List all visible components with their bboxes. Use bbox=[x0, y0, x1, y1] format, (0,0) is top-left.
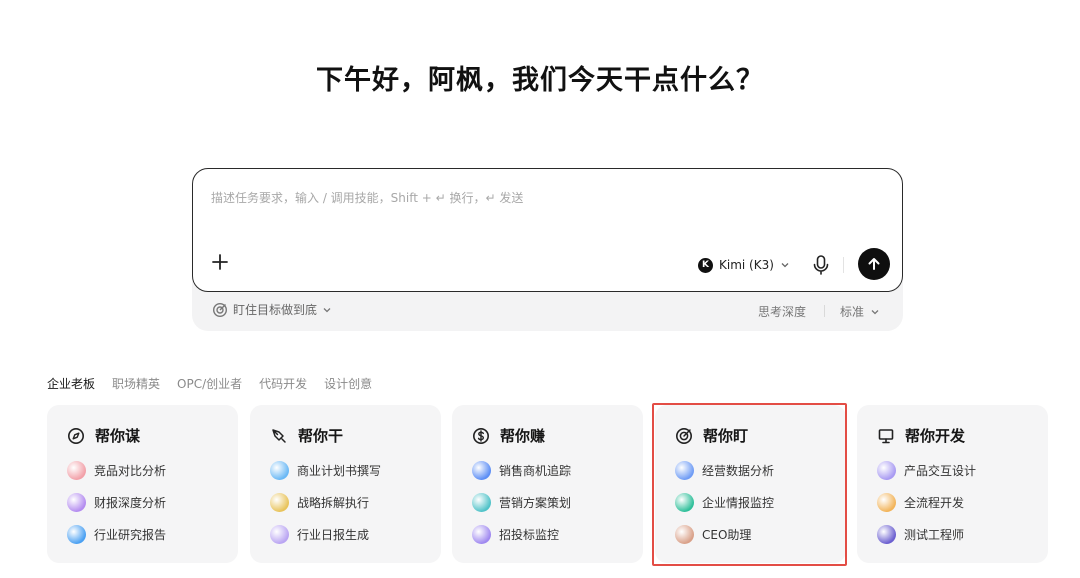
send-button[interactable] bbox=[858, 248, 890, 280]
toolbar-divider bbox=[843, 257, 844, 273]
skill-item[interactable]: CEO助理 bbox=[675, 524, 846, 544]
tab-coding[interactable]: 代码开发 bbox=[259, 375, 307, 392]
skill-avatar-icon bbox=[270, 460, 289, 480]
target-arrow-icon bbox=[212, 302, 228, 317]
prompt-input[interactable]: 描述任务要求，输入 / 调用技能，Shift + ↵ 换行，↵ 发送 bbox=[211, 189, 523, 206]
chevron-down-icon bbox=[323, 307, 331, 312]
skill-item[interactable]: 行业研究报告 bbox=[67, 524, 238, 544]
add-attachment-button[interactable] bbox=[209, 251, 231, 273]
skill-item[interactable]: 商业计划书撰写 bbox=[270, 460, 441, 480]
skill-item[interactable]: 销售商机追踪 bbox=[472, 460, 643, 480]
skill-avatar-icon bbox=[472, 460, 491, 480]
skill-item[interactable]: 财报深度分析 bbox=[67, 492, 238, 512]
skill-item[interactable]: 招投标监控 bbox=[472, 524, 643, 544]
skill-avatar-icon bbox=[877, 460, 896, 480]
goal-mode-toggle[interactable]: 盯住目标做到底 bbox=[212, 301, 332, 318]
compass-icon bbox=[68, 427, 84, 444]
skill-item[interactable]: 测试工程师 bbox=[877, 524, 1048, 544]
skill-item[interactable]: 产品交互设计 bbox=[877, 460, 1048, 480]
skill-avatar-icon bbox=[877, 492, 896, 512]
card-header: 帮你干 bbox=[270, 425, 441, 446]
greeting-title: 下午好，阿枫，我们今天干点什么？ bbox=[316, 65, 764, 96]
category-tabs: 企业老板 职场精英 OPC/创业者 代码开发 设计创意 bbox=[47, 375, 372, 392]
skill-card-watch: 帮你盯 经营数据分析 企业情报监控 CEO助理 bbox=[655, 405, 846, 563]
card-title: 帮你赚 bbox=[500, 427, 546, 445]
card-header: 帮你开发 bbox=[877, 425, 1048, 446]
skill-avatar-icon bbox=[877, 524, 896, 544]
plus-icon bbox=[212, 254, 228, 270]
skill-item[interactable]: 企业情报监控 bbox=[675, 492, 846, 512]
card-title: 帮你干 bbox=[298, 427, 344, 445]
card-header: 帮你谋 bbox=[67, 425, 238, 446]
skill-item[interactable]: 战略拆解执行 bbox=[270, 492, 441, 512]
skill-card-earn: 帮你赚 销售商机追踪 营销方案策划 招投标监控 bbox=[452, 405, 643, 563]
presentation-board-icon bbox=[878, 428, 894, 443]
chevron-down-icon bbox=[871, 309, 879, 314]
skill-avatar-icon bbox=[67, 492, 86, 512]
skill-label: 企业情报监控 bbox=[702, 495, 775, 510]
skill-label: 行业日报生成 bbox=[297, 527, 370, 542]
skill-avatar-icon bbox=[472, 524, 491, 544]
tab-design[interactable]: 设计创意 bbox=[324, 375, 372, 392]
pen-nib-icon bbox=[272, 428, 286, 443]
skill-avatar-icon bbox=[472, 492, 491, 512]
card-title: 帮你谋 bbox=[95, 427, 141, 445]
skill-label: 测试工程师 bbox=[904, 527, 965, 542]
skill-label: CEO助理 bbox=[702, 527, 752, 542]
skill-avatar-icon bbox=[67, 524, 86, 544]
skill-avatar-icon bbox=[675, 524, 694, 544]
skill-label: 全流程开发 bbox=[904, 495, 965, 510]
skill-card-do: 帮你干 商业计划书撰写 战略拆解执行 行业日报生成 bbox=[250, 405, 441, 563]
skill-item[interactable]: 营销方案策划 bbox=[472, 492, 643, 512]
microphone-icon bbox=[813, 255, 829, 275]
voice-input-button[interactable] bbox=[810, 253, 832, 277]
thinking-depth-label: 思考深度 bbox=[758, 305, 807, 319]
arrow-up-icon bbox=[868, 258, 880, 270]
card-header: 帮你盯 bbox=[675, 425, 846, 446]
tab-founder[interactable]: OPC/创业者 bbox=[177, 375, 242, 392]
prompt-box[interactable]: 描述任务要求，输入 / 调用技能，Shift + ↵ 换行，↵ 发送 K Kim… bbox=[192, 168, 903, 292]
skill-item[interactable]: 行业日报生成 bbox=[270, 524, 441, 544]
skill-label: 财报深度分析 bbox=[94, 495, 167, 510]
skill-label: 销售商机追踪 bbox=[499, 463, 572, 478]
skill-avatar-icon bbox=[675, 492, 694, 512]
skill-label: 商业计划书撰写 bbox=[297, 463, 382, 478]
target-icon bbox=[676, 427, 692, 444]
skill-label: 竞品对比分析 bbox=[94, 463, 167, 478]
card-title: 帮你开发 bbox=[905, 427, 966, 445]
composer-panel: 描述任务要求，输入 / 调用技能，Shift + ↵ 换行，↵ 发送 K Kim… bbox=[192, 168, 903, 331]
card-title: 帮你盯 bbox=[703, 427, 749, 445]
skill-label: 经营数据分析 bbox=[702, 463, 775, 478]
goal-mode-label: 盯住目标做到底 bbox=[233, 303, 318, 317]
skill-label: 营销方案策划 bbox=[499, 495, 572, 510]
skill-label: 招投标监控 bbox=[499, 527, 560, 542]
skill-label: 产品交互设计 bbox=[904, 463, 977, 478]
skill-card-develop: 帮你开发 产品交互设计 全流程开发 测试工程师 bbox=[857, 405, 1048, 563]
model-name: Kimi (K3) bbox=[719, 258, 774, 272]
depth-divider bbox=[824, 305, 825, 317]
skill-item[interactable]: 竞品对比分析 bbox=[67, 460, 238, 480]
thinking-depth-selector[interactable]: 标准 bbox=[840, 303, 880, 320]
skill-item[interactable]: 经营数据分析 bbox=[675, 460, 846, 480]
kimi-logo-icon: K bbox=[698, 257, 713, 273]
skill-label: 行业研究报告 bbox=[94, 527, 167, 542]
skill-avatar-icon bbox=[270, 524, 289, 544]
tab-professional[interactable]: 职场精英 bbox=[112, 375, 160, 392]
chevron-down-icon bbox=[781, 263, 789, 268]
skill-avatar-icon bbox=[67, 460, 86, 480]
card-header: 帮你赚 bbox=[472, 425, 643, 446]
thinking-depth-value: 标准 bbox=[840, 305, 865, 319]
skill-avatar-icon bbox=[270, 492, 289, 512]
model-selector[interactable]: K Kimi (K3) bbox=[698, 255, 790, 275]
skill-label: 战略拆解执行 bbox=[297, 495, 370, 510]
skill-card-plan: 帮你谋 竞品对比分析 财报深度分析 行业研究报告 bbox=[47, 405, 238, 563]
tab-business-owner[interactable]: 企业老板 bbox=[47, 375, 95, 392]
dollar-circle-icon bbox=[473, 427, 489, 444]
skill-avatar-icon bbox=[675, 460, 694, 480]
skill-item[interactable]: 全流程开发 bbox=[877, 492, 1048, 512]
